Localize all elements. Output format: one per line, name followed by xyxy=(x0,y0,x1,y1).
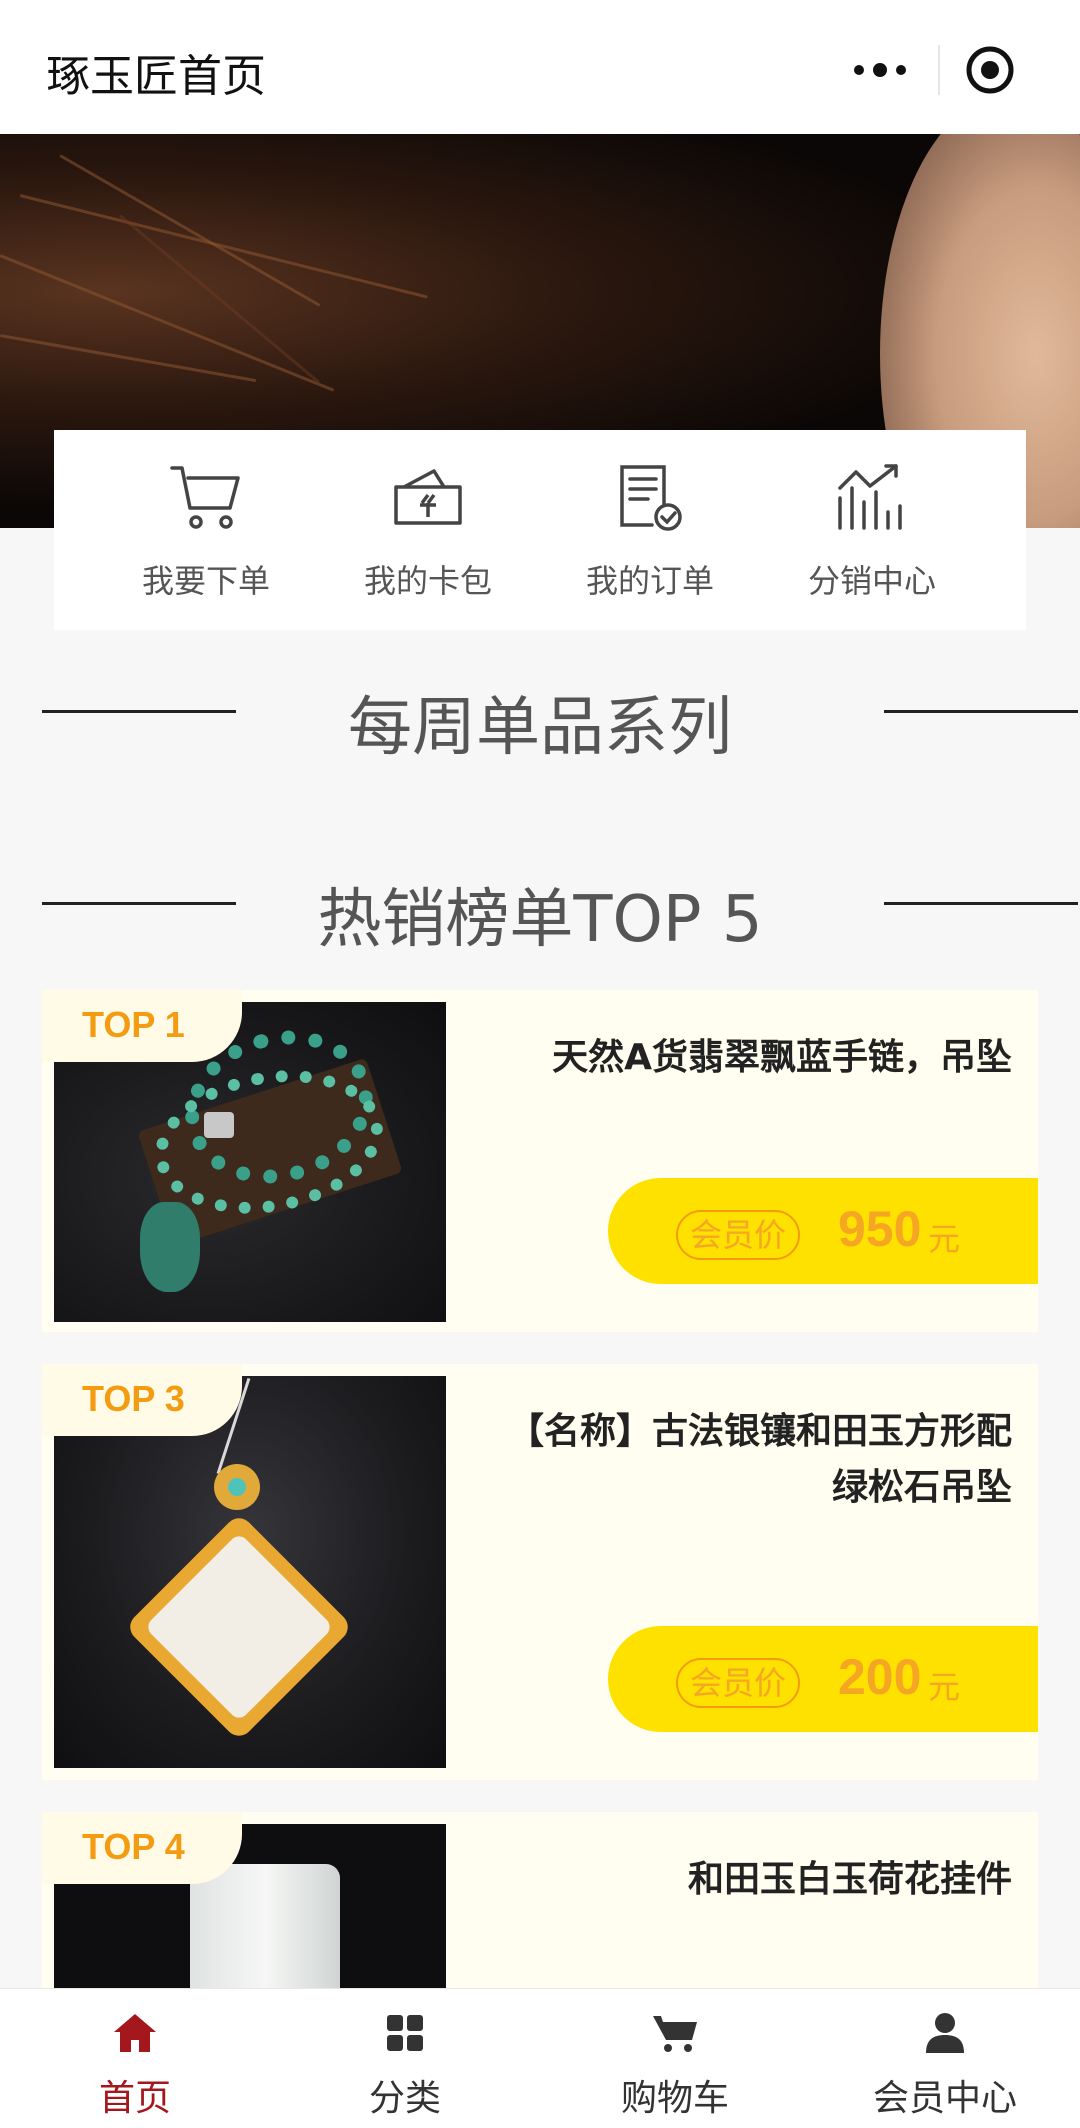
grid-icon xyxy=(385,2003,425,2063)
quick-label: 我的订单 xyxy=(585,562,714,600)
quick-item-orders[interactable]: 我的订单 xyxy=(550,460,750,602)
cart-icon xyxy=(106,460,306,534)
product-card[interactable]: TOP 4 和田玉白玉荷花挂件 xyxy=(42,1812,1038,2012)
price-unit: 元 xyxy=(928,1220,961,1258)
order-check-icon xyxy=(550,460,750,534)
tab-label: 分类 xyxy=(368,2078,441,2119)
price-value: 950 xyxy=(838,1201,922,1257)
more-dots-icon[interactable] xyxy=(832,34,928,106)
tab-label: 首页 xyxy=(98,2078,171,2119)
home-icon xyxy=(112,2003,158,2063)
price-unit: 元 xyxy=(928,1668,961,1706)
member-price-label: 会员价 xyxy=(676,1658,801,1708)
rank-badge: TOP 4 xyxy=(42,1812,242,1884)
section-hot-title: 热销榜单TOP 5 xyxy=(317,883,763,957)
rank-badge: TOP 1 xyxy=(42,990,242,1062)
chart-growth-icon xyxy=(772,460,972,534)
quick-label: 我要下单 xyxy=(141,562,270,600)
quick-item-order[interactable]: 我要下单 xyxy=(106,460,306,602)
target-close-icon[interactable] xyxy=(950,34,1030,106)
quick-label: 分销中心 xyxy=(807,562,936,600)
page-title: 琢玉匠首页 xyxy=(46,51,266,102)
member-price-label: 会员价 xyxy=(676,1210,801,1260)
tab-label: 会员中心 xyxy=(872,2078,1017,2119)
menu-capsule xyxy=(832,34,1032,106)
cart-icon xyxy=(651,2003,699,2063)
product-card[interactable]: TOP 1 天然A货翡翠飘蓝手链，吊坠 会员价 950 元 xyxy=(42,990,1038,1332)
capsule-divider xyxy=(938,45,940,95)
user-icon xyxy=(924,2003,966,2063)
section-weekly-title: 每周单品系列 xyxy=(348,691,732,765)
tab-home[interactable]: 首页 xyxy=(0,1989,270,2128)
quick-item-wallet[interactable]: 我的卡包 xyxy=(328,460,528,602)
section-weekly: 每周单品系列 xyxy=(0,666,1080,765)
tab-label: 购物车 xyxy=(620,2078,729,2119)
section-hot: 热销榜单TOP 5 xyxy=(0,858,1080,957)
quick-menu: 我要下单 我的卡包 我的订单 分销中心 xyxy=(54,430,1026,630)
nav-header: 琢玉匠首页 xyxy=(0,0,1080,134)
price-pill: 会员价 950 元 xyxy=(608,1178,1038,1284)
rank-badge: TOP 3 xyxy=(42,1364,242,1436)
price-pill: 会员价 200 元 xyxy=(608,1626,1038,1732)
product-name: 天然A货翡翠飘蓝手链，吊坠 xyxy=(552,1037,1012,1078)
quick-item-distribution[interactable]: 分销中心 xyxy=(772,460,972,602)
product-card[interactable]: TOP 3 【名称】古法银镶和田玉方形配绿松石吊坠 会员价 200 元 xyxy=(42,1364,1038,1780)
product-name: 【名称】古法银镶和田玉方形配绿松石吊坠 xyxy=(507,1411,1012,1508)
product-name: 和田玉白玉荷花挂件 xyxy=(687,1859,1012,1900)
tab-member-center[interactable]: 会员中心 xyxy=(810,1989,1080,2128)
tab-cart[interactable]: 购物车 xyxy=(540,1989,810,2128)
tab-category[interactable]: 分类 xyxy=(270,1989,540,2128)
wallet-yen-icon xyxy=(328,460,528,534)
price-value: 200 xyxy=(838,1649,922,1705)
bottom-tab-bar: 首页 分类 购物车 会员中心 xyxy=(0,1988,1080,2128)
quick-label: 我的卡包 xyxy=(363,562,492,600)
